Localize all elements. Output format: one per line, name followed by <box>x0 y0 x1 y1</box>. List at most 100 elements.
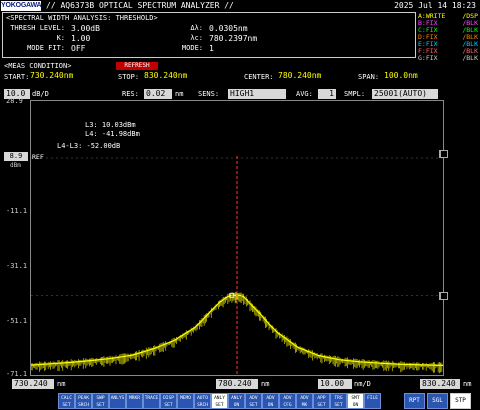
right-edge-marker-2 <box>440 292 448 300</box>
trace-g-disp: /BLK <box>462 54 478 62</box>
trace-button[interactable]: TRACE <box>143 393 160 409</box>
file-button[interactable]: FILE <box>364 393 381 409</box>
spectrum-point-0-1 <box>50 363 52 365</box>
avg-value[interactable]: 1 <box>318 89 336 99</box>
display-set-button[interactable]: DISP SET <box>160 393 177 409</box>
instrument-title: // AQ6373B OPTICAL SPECTRUM ANALYZER // <box>46 1 234 10</box>
spectrum-point-0-10 <box>210 310 212 312</box>
spectrum-point-0-19 <box>251 305 254 307</box>
analysis-heading: <SPECTRAL WIDTH ANALYSIS: THRESHOLD> <box>6 14 158 22</box>
spectrum-point-0-23 <box>297 346 299 348</box>
ref-level-value[interactable]: 8.9 <box>4 152 28 161</box>
k-label: K: <box>56 34 65 42</box>
repeat-sweep-button[interactable]: RPT <box>404 393 425 409</box>
spectrum-point-0-3 <box>91 359 93 362</box>
y-label-4: -51.1 <box>6 317 28 325</box>
right-edge-marker-1 <box>440 150 448 158</box>
spectrum-point-0-27 <box>379 362 381 364</box>
stop-sweep-button[interactable]: STP <box>450 393 471 409</box>
spectrum-point-0-11 <box>218 301 221 303</box>
meas-condition-label: <MEAS CONDITION> <box>4 62 72 70</box>
analysis-panel: <SPECTRAL WIDTH ANALYSIS: THRESHOLD> THR… <box>2 12 416 58</box>
res-label: RES: <box>122 90 139 98</box>
smpl-value[interactable]: 25001(AUTO) <box>372 89 438 99</box>
spectrum-point-0-9 <box>202 318 204 320</box>
start-label: START: <box>4 73 30 81</box>
start-value[interactable]: 730.240nm <box>30 71 73 81</box>
spectrum-noise-0 <box>31 292 443 374</box>
spectrum-point-0-6 <box>153 348 155 350</box>
spectrum-plot[interactable]: L3: 10.03dBm L4: -41.98dBm L4-L3: -52.00… <box>30 100 444 376</box>
function-button-bar: CALC SET PEAK SRCH SWP SET ANLYS MRKR TR… <box>0 392 480 410</box>
spectrum-point-0-16 <box>238 294 240 296</box>
avg-label: AVG: <box>296 90 313 98</box>
spectrum-point-0-29 <box>420 364 422 366</box>
marker-delta: L4-L3: -52.00dB <box>57 142 121 150</box>
axis-span-div-unit: nm/D <box>354 380 371 388</box>
delta-lambda-label: Δλ: <box>190 24 203 32</box>
title-bar: YOKOGAWA // AQ6373B OPTICAL SPECTRUM ANA… <box>0 0 480 12</box>
spectrum-point-0-18 <box>245 298 247 300</box>
analysis-button[interactable]: ANLYS <box>109 393 126 409</box>
spectrum-point-0-21 <box>268 323 270 325</box>
spectrum-point-0-2 <box>70 361 72 363</box>
spectrum-point-0-28 <box>400 363 402 365</box>
trace-g-row[interactable]: G:FIX/BLK <box>418 55 478 62</box>
spectrum-trace-0 <box>31 294 443 366</box>
thresh-level-label: THRESH LEVEL: <box>10 24 65 32</box>
app-set-button[interactable]: APP SET <box>313 393 330 409</box>
marker-l3: L3: 10.03dBm <box>85 121 136 129</box>
axis-stop-value[interactable]: 830.240 <box>420 379 460 389</box>
single-sweep-button[interactable]: SGL <box>427 393 448 409</box>
spectrum-point-0-8 <box>194 327 196 329</box>
axis-start-unit: nm <box>57 380 66 388</box>
axis-start-value[interactable]: 730.240 <box>12 379 54 389</box>
analysis-on-button[interactable]: ANLY ON <box>228 393 245 409</box>
calc-set-button[interactable]: CALC SET <box>58 393 75 409</box>
advanced-marker-button[interactable]: ADV MK <box>296 393 313 409</box>
spectrum-point-0-5 <box>132 354 134 356</box>
sens-value[interactable]: HIGH1 <box>228 89 286 99</box>
advanced-on-button[interactable]: ADV ON <box>262 393 279 409</box>
y-label-top: 28.9 <box>6 97 23 105</box>
advanced-config-button[interactable]: ADV CFG <box>279 393 296 409</box>
axis-stop-unit: nm <box>463 380 472 388</box>
sweep-set-button[interactable]: SWP SET <box>92 393 109 409</box>
stop-value[interactable]: 830.240nm <box>144 71 187 81</box>
stop-label: STOP: <box>118 73 140 81</box>
spectrum-point-0-22 <box>276 331 278 333</box>
spectrum-point-0-24 <box>317 354 319 357</box>
memory-button[interactable]: MEMO <box>177 393 194 409</box>
refresh-badge: REFRESH <box>116 62 158 70</box>
setting-bar: 10.0 dB/D RES: 0.02 nm SENS: HIGH1 AVG: … <box>0 88 480 100</box>
auto-search-button[interactable]: AUTO SRCH <box>194 393 211 409</box>
lambda-center-value: 780.2397nm <box>209 34 258 43</box>
marker-button[interactable]: MRKR <box>126 393 143 409</box>
smooth-on-button[interactable]: SMT ON <box>347 393 364 409</box>
center-label: CENTER: <box>244 73 274 81</box>
spectrum-point-0-7 <box>173 339 175 342</box>
mode-value: 1 <box>209 44 214 53</box>
res-value[interactable]: 0.02 <box>144 89 172 99</box>
center-value[interactable]: 780.240nm <box>278 71 321 81</box>
analysis-set-button[interactable]: ANLY SET <box>211 393 228 409</box>
trigger-set-button[interactable]: TRG SET <box>330 393 347 409</box>
mode-label: MODE: <box>181 44 203 52</box>
marker-l4: L4: -41.98dBm <box>85 130 140 138</box>
sens-label: SENS: <box>198 90 220 98</box>
axis-span-div-value[interactable]: 10.00 <box>318 379 352 389</box>
axis-center-value[interactable]: 780.240 <box>216 379 258 389</box>
spectrum-point-0-14 <box>234 294 236 296</box>
y-label-bottom: -71.1 <box>6 370 28 378</box>
trace-g-state: G:FIX <box>418 54 438 62</box>
spectrum-point-0-4 <box>111 357 113 359</box>
spectrum-point-0-26 <box>359 361 361 363</box>
advanced-set-button[interactable]: ADV SET <box>245 393 262 409</box>
delta-lambda-value: 0.0305nm <box>209 24 248 33</box>
spectrum-point-0-12 <box>227 296 229 298</box>
y-label-2: -11.1 <box>6 207 28 215</box>
peak-search-button[interactable]: PEAK SRCH <box>75 393 92 409</box>
span-value[interactable]: 100.0nm <box>384 71 418 81</box>
thresh-level-value: 3.00dB <box>71 24 100 33</box>
span-label: SPAN: <box>358 73 380 81</box>
